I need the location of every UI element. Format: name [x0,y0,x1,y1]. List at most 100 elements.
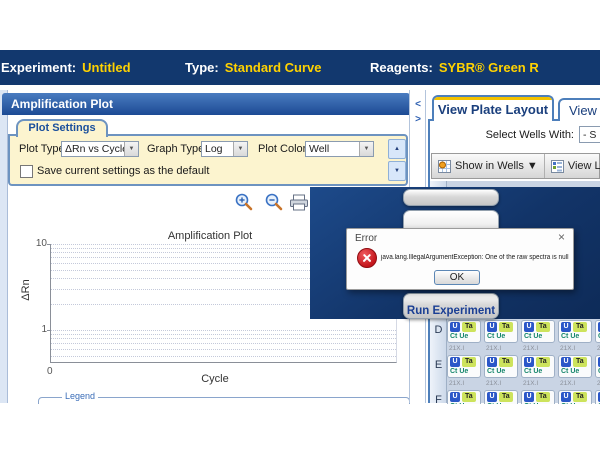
well-target-chip: Ta [573,357,587,367]
plot-gridline [51,343,396,344]
collapse-panel-button[interactable]: < [412,98,424,111]
ok-button[interactable]: OK [434,270,480,285]
instrument-button-top[interactable] [403,189,499,206]
tab-view-plate-layout[interactable]: View Plate Layout [432,95,554,121]
plate-well[interactable]: UTaCt Ue [447,320,481,343]
plot-gridline [51,356,396,357]
well-detail-text: Ct Ue [487,333,515,340]
well-detail-text: Ct Ue [524,368,552,375]
well-note-text: 21X.I [486,380,501,387]
well-detail-text: Ct Ue [561,368,589,375]
well-target-chip: Ta [462,322,476,332]
reagents-field: Reagents: SYBR® Green R [370,60,539,75]
plot-color-select[interactable]: Well ▼ [305,141,374,157]
well-target-chip: Ta [573,322,587,332]
page-margin [0,404,600,450]
y-tick-label: 10 [29,238,47,249]
plate-toolbar: Show in Wells ▼ View L [431,153,600,179]
tab-view-well-table-label: View [569,103,597,118]
run-experiment-button[interactable]: Run Experiment [403,293,499,319]
show-in-wells-label: Show in Wells ▼ [455,160,538,172]
select-wells-dropdown[interactable]: - S [579,126,600,143]
zoom-in-icon [234,192,254,212]
error-dialog: Error × java.lang.IllegalArgumentExcepti… [346,228,574,290]
plate-row-label: E [430,359,447,371]
tab-plot-settings[interactable]: Plot Settings [16,119,108,137]
well-target-chip: Ta [536,357,550,367]
well-task-badge: U [487,392,497,402]
well-note-text: 21X.I [523,380,538,387]
zoom-in-button[interactable] [234,192,254,212]
amplification-plot-panel-title: Amplification Plot [2,93,410,115]
plate-well[interactable]: UTaCt Ue [558,320,592,343]
zoom-out-button[interactable] [264,192,284,212]
well-note-text: 21X.I [523,345,538,352]
graph-type-select[interactable]: Log ▼ [201,141,248,157]
plate-well[interactable]: UTaCt Ue [595,320,600,343]
y-tick-mark [47,244,51,245]
well-target-chip: Ta [499,392,513,402]
well-detail-text: Ct Ue [487,368,515,375]
plot-type-select[interactable]: ΔRn vs Cycle ▼ [61,141,139,157]
view-legend-icon [551,160,564,173]
well-note-text: 21X.I [449,380,464,387]
well-task-badge: U [561,322,571,332]
well-task-badge: U [487,322,497,332]
print-button[interactable] [289,194,309,214]
dropdown-arrow-icon: ▼ [233,142,247,156]
well-detail-text: Ct Ue [450,333,478,340]
graph-type-value: Log [202,143,233,155]
plot-color-value: Well [306,143,359,155]
reagents-value: SYBR® Green R [439,60,539,75]
well-chips-row: UTa [524,357,552,367]
plot-color-label: Plot Color: [258,143,309,155]
close-icon[interactable]: × [558,231,565,243]
run-experiment-label: Run Experiment [404,305,498,317]
well-target-chip: Ta [462,357,476,367]
well-task-badge: U [450,322,460,332]
well-detail-text: Ct Ue [524,333,552,340]
well-chips-row: UTa [487,357,515,367]
scroll-up-icon[interactable]: ▲ [388,139,406,159]
plate-well[interactable]: UTaCt Ue [484,320,518,343]
show-in-wells-button[interactable]: Show in Wells ▼ [432,154,545,178]
plot-gridline [51,334,396,335]
experiment-field: Experiment:Untitled [1,60,131,75]
plate-well[interactable]: UTaCt Ue [521,320,555,343]
plate-well[interactable]: UTaCt Ue [595,355,600,378]
error-message: java.lang.IllegalArgumentException: One … [381,254,569,261]
y-axis-label: ΔRn [20,272,32,308]
plate-well[interactable]: UTaCt Ue [447,355,481,378]
save-default-label: Save current settings as the default [37,165,209,177]
plot-type-value: ΔRn vs Cycle [62,143,124,155]
experiment-header-bar: Experiment:Untitled Type:Standard Curve … [0,50,600,85]
plot-gridline [51,349,396,350]
view-legend-button[interactable]: View L [545,154,600,178]
type-field: Type:Standard Curve [185,60,322,75]
well-task-badge: U [524,322,534,332]
plate-well[interactable]: UTaCt Ue [484,355,518,378]
plate-well[interactable]: UTaCt Ue [521,355,555,378]
plate-well[interactable]: UTaCt Ue [558,355,592,378]
well-note-text: 21X.I [486,345,501,352]
plot-settings-scrollbar[interactable]: ▲ ▼ [388,139,406,183]
legend-label: Legend [62,391,98,401]
reagents-label: Reagents: [370,60,433,75]
well-task-badge: U [450,357,460,367]
well-chips-row: UTa [524,322,552,332]
well-chips-row: UTa [524,392,552,402]
x-tick-label: 0 [47,366,53,377]
expand-panel-button[interactable]: > [412,113,424,126]
scroll-down-icon[interactable]: ▼ [388,161,406,181]
well-chips-row: UTa [487,392,515,402]
well-detail-text: Ct Ue [561,333,589,340]
active-tab-stripe [434,97,552,100]
tab-view-well-table[interactable]: View [558,98,600,121]
well-task-badge: U [450,392,460,402]
select-wells-value: - S [580,129,600,141]
well-note-text: 21X.I [560,380,575,387]
error-icon [357,248,377,268]
well-chips-row: UTa [450,357,478,367]
plot-gridline [51,338,396,339]
save-default-checkbox[interactable] [20,165,33,178]
